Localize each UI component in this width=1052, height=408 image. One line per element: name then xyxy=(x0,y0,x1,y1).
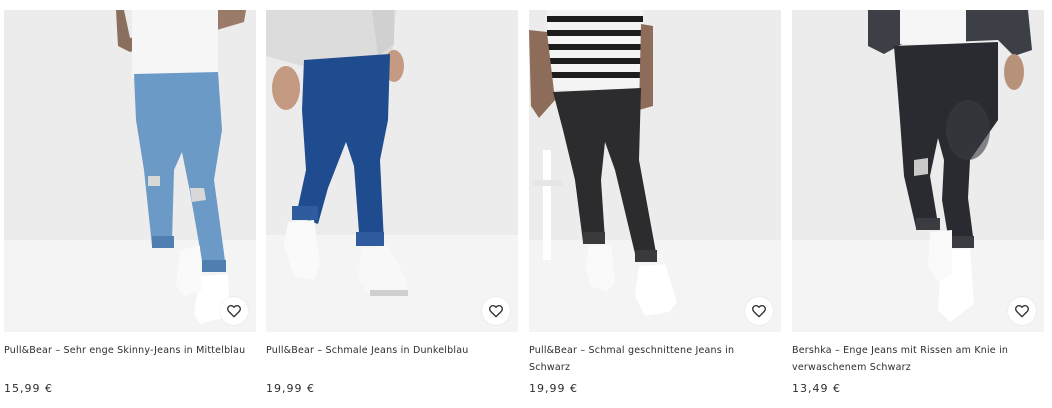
save-for-later-button[interactable] xyxy=(482,297,510,325)
heart-outline-icon xyxy=(489,304,503,318)
heart-outline-icon xyxy=(227,304,241,318)
heart-outline-icon xyxy=(1015,304,1029,318)
product-price: 19,99 € xyxy=(266,382,315,395)
heart-outline-icon xyxy=(752,304,766,318)
product-name-link[interactable]: Pull&Bear – Sehr enge Skinny-Jeans in Mi… xyxy=(4,342,250,359)
product-price: 13,49 € xyxy=(792,382,841,395)
product-price: 19,99 € xyxy=(529,382,578,395)
save-for-later-button[interactable] xyxy=(745,297,773,325)
product-name-link[interactable]: Pull&Bear – Schmal geschnittene Jeans in… xyxy=(529,342,775,376)
product-image[interactable] xyxy=(266,10,518,332)
save-for-later-button[interactable] xyxy=(1008,297,1036,325)
product-image[interactable] xyxy=(529,10,781,332)
product-grid: Pull&Bear – Sehr enge Skinny-Jeans in Mi… xyxy=(0,0,1052,408)
product-card[interactable]: Pull&Bear – Schmale Jeans in Dunkelblau … xyxy=(266,10,518,402)
product-price: 15,99 € xyxy=(4,382,53,395)
product-image[interactable] xyxy=(792,10,1044,332)
product-card[interactable]: Bershka – Enge Jeans mit Rissen am Knie … xyxy=(792,10,1044,402)
save-for-later-button[interactable] xyxy=(220,297,248,325)
product-name-link[interactable]: Pull&Bear – Schmale Jeans in Dunkelblau xyxy=(266,342,512,359)
product-card[interactable]: Pull&Bear – Sehr enge Skinny-Jeans in Mi… xyxy=(4,10,256,402)
product-card[interactable]: Pull&Bear – Schmal geschnittene Jeans in… xyxy=(529,10,781,402)
product-image[interactable] xyxy=(4,10,256,332)
product-name-link[interactable]: Bershka – Enge Jeans mit Rissen am Knie … xyxy=(792,342,1038,376)
